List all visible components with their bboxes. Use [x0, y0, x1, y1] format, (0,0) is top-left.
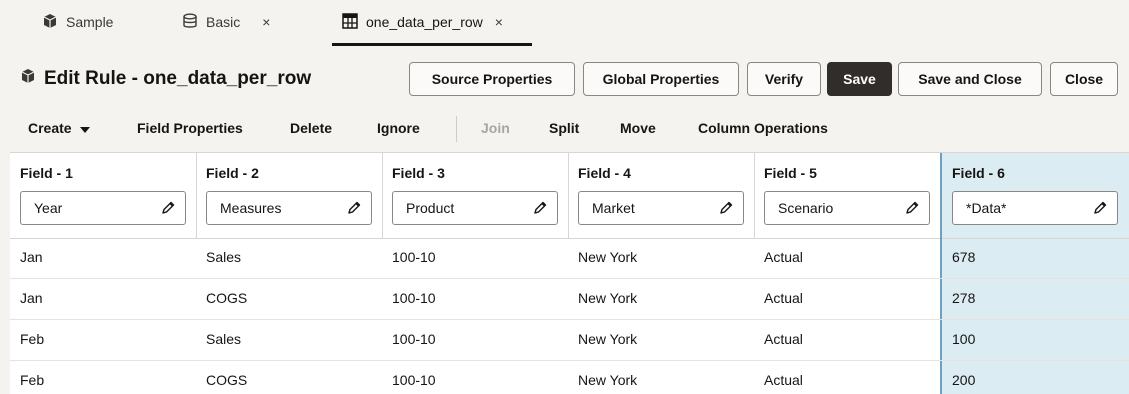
- table-cell[interactable]: 678: [952, 249, 975, 265]
- column-header: Field - 4 Market: [568, 153, 754, 239]
- pencil-icon[interactable]: [161, 201, 175, 215]
- field-name-value: Product: [406, 200, 455, 216]
- grid-column-selected[interactable]: Field - 6 *Data*: [940, 153, 1129, 394]
- tab-one-data-per-row[interactable]: one_data_per_row ×: [332, 0, 532, 46]
- ignore-button[interactable]: Ignore: [377, 120, 420, 136]
- verify-button[interactable]: Verify: [747, 62, 821, 96]
- column-label: Field - 3: [392, 165, 445, 181]
- table-cell[interactable]: Jan: [20, 290, 43, 306]
- table-cell[interactable]: 100-10: [392, 372, 436, 388]
- table-cell[interactable]: Actual: [764, 372, 803, 388]
- field-name-value: Year: [34, 200, 63, 216]
- source-properties-button[interactable]: Source Properties: [409, 62, 575, 96]
- save-and-close-button[interactable]: Save and Close: [898, 62, 1042, 96]
- column-label: Field - 5: [764, 165, 817, 181]
- page-title: Edit Rule - one_data_per_row: [20, 68, 311, 90]
- tab-label: Sample: [66, 14, 114, 30]
- field-name-input[interactable]: Year: [20, 191, 186, 225]
- tab-basic[interactable]: Basic ×: [172, 0, 332, 44]
- rule-header: Edit Rule - one_data_per_row Source Prop…: [0, 54, 1129, 104]
- table-cell[interactable]: Sales: [206, 249, 241, 265]
- table-cell[interactable]: 278: [952, 290, 975, 306]
- table-cell[interactable]: Actual: [764, 249, 803, 265]
- field-name-value: Scenario: [778, 200, 834, 216]
- table-cell[interactable]: 200: [952, 372, 975, 388]
- column-operations-button[interactable]: Column Operations: [698, 120, 828, 136]
- grid-column[interactable]: Field - 5 Scenario: [754, 153, 940, 394]
- create-menu[interactable]: Create: [28, 120, 90, 136]
- field-name-value: *Data*: [966, 200, 1007, 216]
- table-cell[interactable]: Sales: [206, 331, 241, 347]
- column-label: Field - 4: [578, 165, 631, 181]
- field-name-input[interactable]: Measures: [206, 191, 372, 225]
- cube-icon: [20, 68, 36, 90]
- field-name-value: Market: [592, 200, 635, 216]
- table-cell[interactable]: New York: [578, 290, 637, 306]
- table-cell[interactable]: Jan: [20, 249, 43, 265]
- grid-column[interactable]: Field - 3 Product: [382, 153, 568, 394]
- grid-icon: [342, 12, 358, 32]
- column-header: Field - 2 Measures: [196, 153, 382, 239]
- table-cell[interactable]: Feb: [20, 372, 44, 388]
- field-name-input[interactable]: Product: [392, 191, 558, 225]
- pencil-icon[interactable]: [1093, 201, 1107, 215]
- pencil-icon[interactable]: [905, 201, 919, 215]
- tab-sample[interactable]: Sample: [10, 0, 172, 44]
- column-label: Field - 1: [20, 165, 73, 181]
- table-cell[interactable]: New York: [578, 331, 637, 347]
- field-name-input[interactable]: *Data*: [952, 191, 1118, 225]
- column-label: Field - 6: [952, 165, 1005, 181]
- join-button[interactable]: Join: [481, 120, 510, 136]
- row-divider: [10, 319, 1129, 320]
- column-header: Field - 6 *Data*: [942, 153, 1129, 239]
- pencil-icon[interactable]: [347, 201, 361, 215]
- toolbar: Create Field Properties Delete Ignore Jo…: [0, 110, 1129, 146]
- split-button[interactable]: Split: [549, 120, 579, 136]
- row-divider: [10, 360, 1129, 361]
- pencil-icon[interactable]: [719, 201, 733, 215]
- data-grid: Field - 1 Year Field - 2 Measures Field …: [10, 152, 1129, 394]
- field-name-value: Measures: [220, 200, 282, 216]
- field-name-input[interactable]: Scenario: [764, 191, 930, 225]
- close-icon[interactable]: ×: [262, 14, 270, 30]
- table-cell[interactable]: 100-10: [392, 290, 436, 306]
- grid-column[interactable]: Field - 2 Measures: [196, 153, 382, 394]
- tab-bar: Sample Basic × one_data_per_row ×: [10, 0, 1129, 48]
- grid-column[interactable]: Field - 1 Year: [10, 153, 196, 394]
- column-header: Field - 5 Scenario: [754, 153, 940, 239]
- column-header: Field - 1 Year: [10, 153, 196, 239]
- grid-column[interactable]: Field - 4 Market: [568, 153, 754, 394]
- delete-button[interactable]: Delete: [290, 120, 332, 136]
- cube-icon: [42, 13, 58, 32]
- pencil-icon[interactable]: [533, 201, 547, 215]
- row-divider: [10, 278, 1129, 279]
- table-cell[interactable]: COGS: [206, 290, 247, 306]
- table-cell[interactable]: Feb: [20, 331, 44, 347]
- column-label: Field - 2: [206, 165, 259, 181]
- tab-label: one_data_per_row: [366, 14, 483, 30]
- move-button[interactable]: Move: [620, 120, 656, 136]
- toolbar-divider: [456, 116, 457, 142]
- table-cell[interactable]: New York: [578, 249, 637, 265]
- column-header: Field - 3 Product: [382, 153, 568, 239]
- page-title-text: Edit Rule - one_data_per_row: [44, 68, 312, 89]
- save-button[interactable]: Save: [827, 62, 892, 96]
- table-cell[interactable]: 100-10: [392, 331, 436, 347]
- table-cell[interactable]: 100-10: [392, 249, 436, 265]
- table-cell[interactable]: Actual: [764, 331, 803, 347]
- create-label: Create: [28, 120, 72, 136]
- table-cell[interactable]: 100: [952, 331, 975, 347]
- table-cell[interactable]: COGS: [206, 372, 247, 388]
- close-icon[interactable]: ×: [495, 14, 503, 30]
- field-properties-button[interactable]: Field Properties: [137, 120, 243, 136]
- tab-label: Basic: [206, 14, 241, 30]
- table-cell[interactable]: Actual: [764, 290, 803, 306]
- caret-down-icon: [79, 120, 90, 136]
- table-cell[interactable]: New York: [578, 372, 637, 388]
- global-properties-button[interactable]: Global Properties: [583, 62, 739, 96]
- database-icon: [182, 13, 198, 32]
- field-name-input[interactable]: Market: [578, 191, 744, 225]
- close-button[interactable]: Close: [1050, 62, 1118, 96]
